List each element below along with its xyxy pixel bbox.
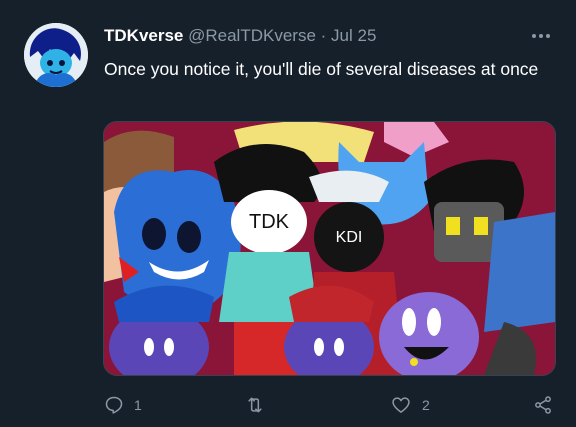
like-count: 2 (422, 397, 430, 413)
retweet-button[interactable] (244, 390, 276, 420)
tdk-label: TDK (249, 211, 290, 233)
retweet-icon (248, 397, 262, 413)
tweet-date[interactable]: Jul 25 (331, 26, 376, 45)
kdi-label: KDI (336, 229, 363, 246)
share-button[interactable] (532, 390, 554, 420)
like-button[interactable]: 2 (390, 390, 430, 420)
reply-count: 1 (134, 397, 142, 413)
heart-icon (392, 397, 410, 413)
share-icon (535, 396, 551, 414)
separator: · (320, 26, 327, 45)
tweet-card[interactable]: TDKverse @RealTDKverse · Jul 25 Once you… (0, 0, 576, 427)
avatar[interactable] (24, 23, 88, 87)
avatar-image (24, 23, 88, 87)
tweet-media-image[interactable]: TDK KDI (103, 121, 556, 376)
tweet-header: TDKverse @RealTDKverse · Jul 25 (104, 24, 564, 48)
display-name[interactable]: TDKverse (104, 26, 183, 45)
tweet-actions: 1 2 (104, 390, 554, 420)
tweet-text: Once you notice it, you'll die of severa… (104, 59, 539, 79)
more-options-icon[interactable] (530, 26, 552, 46)
reply-button[interactable]: 1 (104, 390, 142, 420)
media-illustration: TDK KDI (104, 122, 555, 375)
user-handle[interactable]: @RealTDKverse (188, 26, 316, 45)
reply-icon (105, 396, 123, 414)
